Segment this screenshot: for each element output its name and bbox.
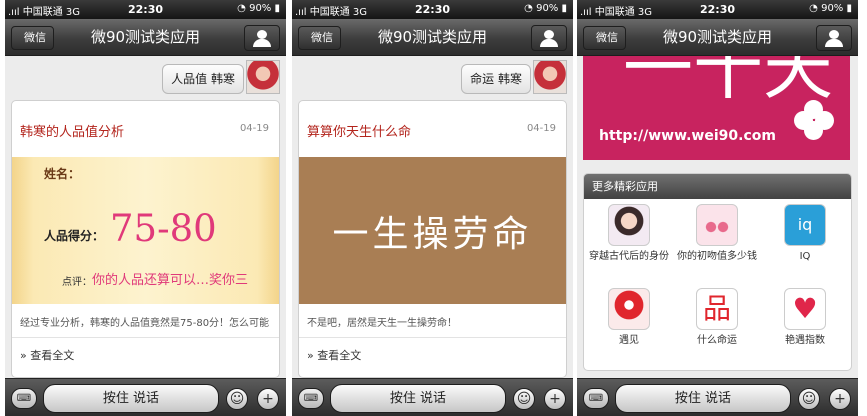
score-value: 75-80 [110, 207, 217, 250]
hold-to-talk-button[interactable]: 按住 说话 [615, 384, 791, 413]
battery: ◔ 90% ▮ [237, 3, 280, 14]
profile-button[interactable] [816, 25, 852, 51]
battery: ◔ 90% ▮ [524, 3, 567, 14]
profile-button[interactable] [244, 25, 280, 51]
read-more-link[interactable]: » 查看全文 [307, 347, 361, 363]
sent-message[interactable]: 命运 韩寒 [461, 64, 531, 94]
name-label: 姓名： [44, 167, 81, 181]
person-icon [829, 30, 839, 39]
title-bar: 微信 微90测试类应用 [577, 19, 858, 56]
phone-screen-1: .ııl 中国联通 3G 22:30 ◔ 90% ▮ 微信 微90测试类应用 人… [5, 0, 286, 416]
map-pin-icon [608, 288, 650, 330]
clover-icon [794, 100, 834, 140]
app-label: IQ [799, 251, 811, 262]
app-label: 艳遇指数 [785, 335, 825, 346]
plus-icon[interactable]: + [257, 388, 279, 410]
card-description: 不是吧，居然是天生一生操劳命！ [307, 318, 457, 329]
score-label: 人品得分： [44, 229, 105, 243]
phone-screen-2: .ııl 中国联通 3G 22:30 ◔ 90% ▮ 微信 微90测试类应用 命… [292, 0, 573, 416]
divider [299, 337, 566, 338]
person-icon [257, 30, 267, 39]
chat-area: 人品值 韩寒 韩寒的人品值分析 04-19 姓名： 人品得分： 75-80 点评… [5, 56, 286, 378]
ancient-girl-icon [608, 204, 650, 246]
back-button[interactable]: 微信 [11, 26, 54, 50]
more-apps-panel: 更多精彩应用 穿越古代后的身份 你的初吻值多少钱 iq IQ 遇见 品 什么命运… [583, 173, 852, 371]
news-card[interactable]: 韩寒的人品值分析 04-19 姓名： 人品得分： 75-80 点评： 你的人品还… [11, 100, 280, 378]
keyboard-icon[interactable]: ⌨ [298, 388, 324, 409]
hold-to-talk-button[interactable]: 按住 说话 [43, 384, 219, 413]
read-more-link[interactable]: » 查看全文 [20, 347, 74, 363]
back-button[interactable]: 微信 [583, 26, 626, 50]
keyboard-icon[interactable]: ⌨ [11, 388, 37, 409]
title-bar: 微信 微90测试类应用 [5, 19, 286, 56]
person-icon [544, 30, 554, 39]
divider [12, 337, 279, 338]
banner-url[interactable]: http://www.wei90.com [599, 128, 776, 144]
emoji-icon[interactable]: ☺ [513, 388, 535, 410]
plus-icon[interactable]: + [829, 388, 851, 410]
status-bar: .ııl 中国联通 3G 22:30 ◔ 90% ▮ [5, 0, 286, 19]
emoji-icon[interactable]: ☺ [226, 388, 248, 410]
promo-banner[interactable]: 一十天 http://www.wei90.com [583, 56, 850, 160]
phone-screen-3: .ııl 中国联通 3G 22:30 ◔ 90% ▮ 微信 微90测试类应用 一… [577, 0, 858, 416]
page-title: 微90测试类应用 [90, 28, 201, 46]
page-title: 微90测试类应用 [377, 28, 488, 46]
card-title[interactable]: 韩寒的人品值分析 [20, 121, 124, 140]
title-bar: 微信 微90测试类应用 [292, 19, 573, 56]
app-label: 遇见 [619, 335, 639, 346]
more-apps-header: 更多精彩应用 [584, 174, 851, 199]
status-bar: .ııl 中国联通 3G 22:30 ◔ 90% ▮ [292, 0, 573, 19]
page-title: 微90测试类应用 [662, 28, 773, 46]
input-bar: ⌨ 按住 说话 ☺ + [577, 378, 858, 416]
card-title[interactable]: 算算你天生什么命 [307, 121, 411, 140]
destiny-icon: 品 [696, 288, 738, 330]
plus-icon[interactable]: + [544, 388, 566, 410]
status-bar: .ııl 中国联通 3G 22:30 ◔ 90% ▮ [577, 0, 858, 19]
app-label: 穿越古代后的身份 [589, 251, 669, 262]
card-image[interactable]: 姓名： 人品得分： 75-80 点评： 你的人品还算可以…奖你三 [12, 157, 279, 304]
app-label: 什么命运 [697, 335, 737, 346]
iq-icon: iq [784, 204, 826, 246]
battery: ◔ 90% ▮ [809, 3, 852, 14]
emoji-icon[interactable]: ☺ [798, 388, 820, 410]
heart-icon: ♥ [784, 288, 826, 330]
comment-label: 点评： [62, 277, 92, 288]
sent-message[interactable]: 人品值 韩寒 [162, 64, 244, 94]
chat-area: 命运 韩寒 算算你天生什么命 04-19 一生操劳命 不是吧，居然是天生一生操劳… [292, 56, 573, 378]
input-bar: ⌨ 按住 说话 ☺ + [5, 378, 286, 416]
card-date: 04-19 [239, 123, 269, 134]
input-bar: ⌨ 按住 说话 ☺ + [292, 378, 573, 416]
news-card[interactable]: 算算你天生什么命 04-19 一生操劳命 不是吧，居然是天生一生操劳命！ » 查… [298, 100, 567, 378]
back-button[interactable]: 微信 [298, 26, 341, 50]
app-label: 你的初吻值多少钱 [677, 251, 757, 262]
card-description: 经过专业分析，韩寒的人品值竟然是75-80分！怎么可能 [20, 318, 270, 329]
card-date: 04-19 [526, 123, 556, 134]
avatar[interactable] [246, 60, 280, 94]
kiss-birds-icon [696, 204, 738, 246]
profile-button[interactable] [531, 25, 567, 51]
hold-to-talk-button[interactable]: 按住 说话 [330, 384, 506, 413]
card-image[interactable]: 一生操劳命 [299, 157, 566, 304]
chat-area: 一十天 http://www.wei90.com 更多精彩应用 穿越古代后的身份… [577, 56, 858, 378]
avatar[interactable] [533, 60, 567, 94]
fate-text: 一生操劳命 [332, 214, 533, 255]
keyboard-icon[interactable]: ⌨ [583, 388, 609, 409]
comment-text: 你的人品还算可以…奖你三 [92, 273, 249, 288]
